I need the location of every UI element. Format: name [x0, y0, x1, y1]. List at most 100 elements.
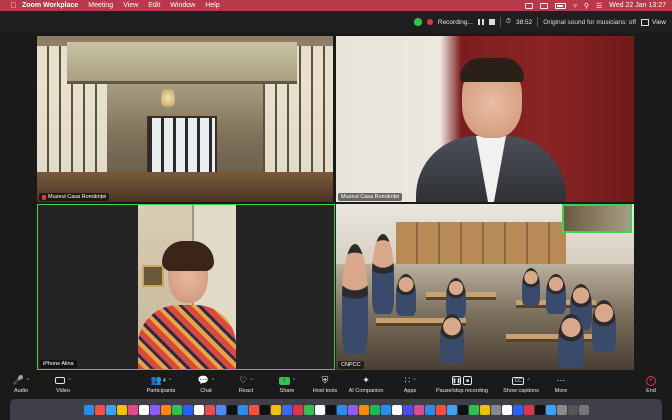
dock-app-icon[interactable] — [237, 404, 248, 415]
dock-app-icon[interactable] — [347, 404, 358, 415]
chevron-up-icon[interactable]: ^ — [68, 378, 70, 384]
muted-mic-icon — [42, 194, 46, 200]
dock-app-icon[interactable] — [105, 404, 116, 415]
dock-app-icon[interactable] — [248, 404, 259, 415]
dock-app-icon[interactable] — [358, 404, 369, 415]
chat-button[interactable]: 💬 ^ Chat — [184, 374, 228, 394]
dock-app-icon[interactable] — [204, 404, 215, 415]
dock-app-icon[interactable] — [314, 404, 325, 415]
video-tile-classroom[interactable]: CNPCC — [336, 204, 634, 370]
dock-app-icon[interactable] — [413, 404, 424, 415]
dock-app-icon[interactable] — [402, 404, 413, 415]
classroom-desk — [506, 334, 606, 342]
dock-app-icon[interactable] — [578, 404, 589, 415]
dock-app-icon[interactable] — [270, 404, 281, 415]
dock-app-icon[interactable] — [479, 404, 490, 415]
dock-app-icon[interactable] — [281, 404, 292, 415]
dock-app-icon[interactable] — [391, 404, 402, 415]
wifi-icon[interactable]: ▿ — [573, 2, 577, 10]
chevron-up-icon[interactable]: ^ — [27, 378, 29, 384]
host-tools-button[interactable]: ⛨ Host tools — [303, 374, 347, 394]
seated-student — [446, 278, 466, 318]
dock-app-icon[interactable] — [380, 404, 391, 415]
dock-app-icon[interactable] — [193, 404, 204, 415]
participant-name-label: Muzeul Casa Româniței — [39, 193, 110, 201]
control-center-icon[interactable]: ☰ — [596, 2, 602, 10]
dock-app-icon[interactable] — [182, 404, 193, 415]
search-icon[interactable]: ⚲ — [584, 2, 589, 10]
pause-icon[interactable]: ❚❚ — [452, 376, 461, 385]
dock-app-icon[interactable] — [501, 404, 512, 415]
chevron-up-icon[interactable]: ^ — [212, 378, 214, 384]
pause-stop-recording-button[interactable]: ❚❚ ■ Pause/stop recording — [432, 374, 492, 394]
recording-dot-icon — [426, 19, 433, 25]
dock-app-icon[interactable] — [160, 404, 171, 415]
self-view-thumbnail[interactable] — [562, 204, 632, 233]
menu-help[interactable]: Help — [205, 2, 219, 9]
menu-view[interactable]: View — [123, 2, 138, 9]
dock-app-icon[interactable] — [567, 404, 578, 415]
dock-app-icon[interactable] — [336, 404, 347, 415]
menu-edit[interactable]: Edit — [148, 2, 160, 9]
menu-meeting[interactable]: Meeting — [88, 2, 113, 9]
dock-app-icon[interactable] — [435, 404, 446, 415]
dock-app-icon[interactable] — [171, 404, 182, 415]
chevron-up-icon[interactable]: ^ — [293, 378, 295, 384]
dock-app-icon[interactable] — [149, 404, 160, 415]
dock-app-icon[interactable] — [534, 404, 545, 415]
dock-app-icon[interactable] — [259, 404, 270, 415]
dock-app-icon[interactable] — [226, 404, 237, 415]
chevron-up-icon[interactable]: ^ — [527, 378, 529, 384]
view-button[interactable]: View — [641, 18, 666, 26]
video-tile-alina-active-speaker[interactable]: iPhone Alina — [37, 204, 335, 370]
dock-app-icon[interactable] — [127, 404, 138, 415]
battery-icon[interactable] — [555, 2, 567, 9]
end-button[interactable]: × End — [636, 374, 666, 394]
more-button[interactable]: ⋯ More — [539, 374, 583, 394]
show-captions-button[interactable]: CC ^ Show captions — [499, 374, 543, 394]
chevron-up-icon[interactable]: ^ — [169, 378, 171, 384]
dock-app-icon[interactable] — [369, 404, 380, 415]
dock-app-icon[interactable] — [556, 404, 567, 415]
participants-button[interactable]: 👥 4 ^ Participants — [139, 374, 183, 394]
pause-recording-icon[interactable] — [477, 19, 484, 25]
menu-window[interactable]: Window — [170, 2, 195, 9]
menubar-datetime[interactable]: Wed 22 Jan 13:27 — [609, 2, 666, 9]
dock-app-icon[interactable] — [215, 404, 226, 415]
dock-app-icon[interactable] — [523, 404, 534, 415]
apple-menu-icon[interactable]:  — [9, 1, 18, 10]
dock-app-icon[interactable] — [424, 404, 435, 415]
dock-app-icon[interactable] — [116, 404, 127, 415]
menu-app-name[interactable]: Zoom Workplace — [22, 2, 78, 9]
video-button[interactable]: ^ Video — [41, 374, 85, 394]
dock-app-icon[interactable] — [138, 404, 149, 415]
meeting-status-bar: Recording... ⏱ 38:52 Original sound for … — [0, 11, 672, 33]
dock-app-icon[interactable] — [325, 404, 336, 415]
original-sound-toggle[interactable]: Original sound for musicians: off — [543, 19, 636, 26]
dock-app-icon[interactable] — [83, 404, 94, 415]
stop-icon[interactable]: ■ — [463, 376, 472, 385]
wall-picture — [142, 265, 164, 287]
dock-app-icon[interactable] — [545, 404, 556, 415]
chevron-up-icon[interactable]: ^ — [250, 378, 252, 384]
video-tile-museum-room[interactable]: Muzeul Casa Româniței — [37, 36, 333, 202]
stop-recording-icon[interactable] — [488, 19, 495, 25]
dock-app-icon[interactable] — [457, 404, 468, 415]
dock-app-icon[interactable] — [446, 404, 457, 415]
ai-companion-button[interactable]: ✦ AI Companion — [344, 374, 388, 394]
display-icon[interactable] — [525, 2, 534, 9]
video-tile-speaker[interactable]: Muzeul Casa Româniței — [336, 36, 634, 202]
dock-app-icon[interactable] — [94, 404, 105, 415]
recording-label: Recording... — [437, 18, 473, 26]
dock-app-icon[interactable] — [292, 404, 303, 415]
apps-button[interactable]: ∷ ^ Apps — [388, 374, 432, 394]
chevron-up-icon[interactable]: ^ — [413, 378, 415, 384]
dock-app-icon[interactable] — [303, 404, 314, 415]
react-button[interactable]: ♡ ^ React — [224, 374, 268, 394]
dock-app-icon[interactable] — [512, 404, 523, 415]
audio-button[interactable]: 🎤 ^ Audio — [0, 374, 43, 394]
dock-app-icon[interactable] — [490, 404, 501, 415]
security-shield-icon[interactable] — [413, 18, 422, 26]
dock-app-icon[interactable] — [468, 404, 479, 415]
control-icon[interactable] — [540, 2, 549, 9]
